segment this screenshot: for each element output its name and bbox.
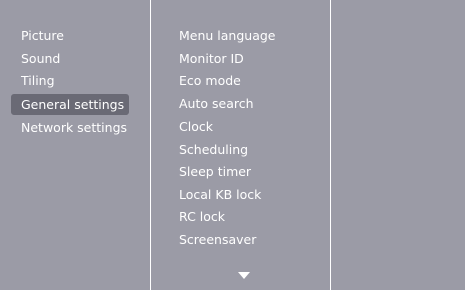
submenu-column: Menu language Monitor ID Eco mode Auto s… [151,0,330,290]
menu-item-tiling[interactable]: Tiling [21,70,55,91]
menu-item-sound[interactable]: Sound [21,48,60,69]
main-menu-column: Picture Sound Tiling General settings Ne… [0,0,150,290]
submenu-item-eco-mode[interactable]: Eco mode [179,70,241,91]
submenu-item-monitor-id[interactable]: Monitor ID [179,48,244,69]
submenu-item-rc-lock[interactable]: RC lock [179,206,225,227]
detail-column [331,0,465,290]
submenu-item-scheduling[interactable]: Scheduling [179,139,248,160]
submenu-item-screensaver[interactable]: Screensaver [179,229,256,250]
submenu-item-clock[interactable]: Clock [179,116,213,137]
menu-item-network-settings[interactable]: Network settings [21,117,127,138]
osd-menu: Picture Sound Tiling General settings Ne… [0,0,466,290]
submenu-item-auto-search[interactable]: Auto search [179,93,254,114]
menu-item-general-settings[interactable]: General settings [11,94,129,115]
submenu-item-menu-language[interactable]: Menu language [179,25,276,46]
submenu-item-sleep-timer[interactable]: Sleep timer [179,161,251,182]
menu-item-picture[interactable]: Picture [21,25,64,46]
submenu-item-local-kb-lock[interactable]: Local KB lock [179,184,261,205]
chevron-down-icon [238,272,250,279]
